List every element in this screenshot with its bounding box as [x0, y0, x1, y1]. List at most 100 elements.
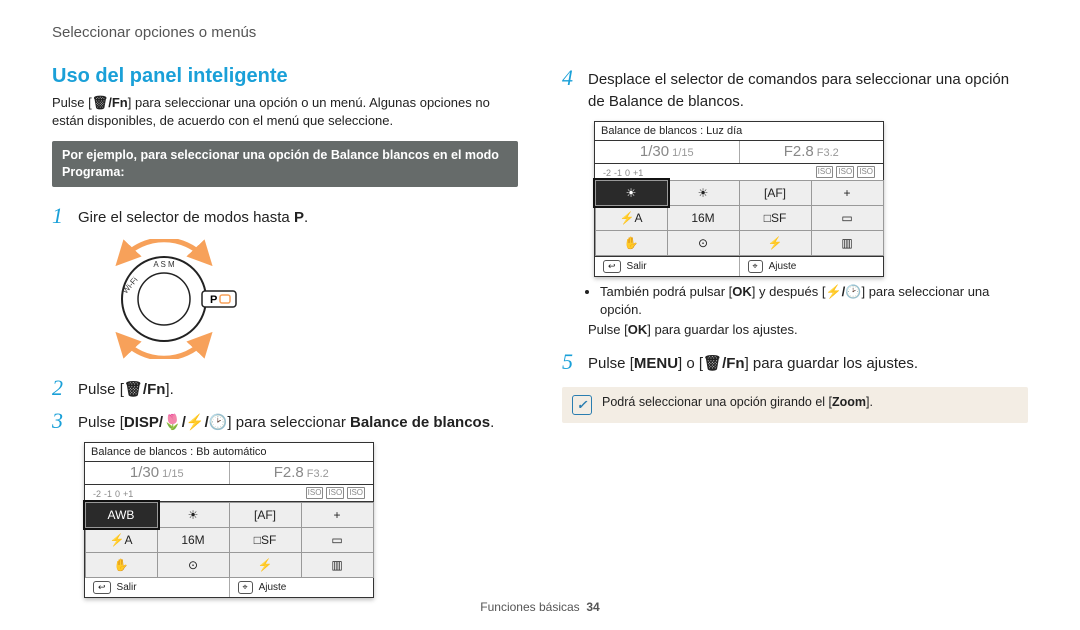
aperture-sub: F3.2: [307, 468, 329, 480]
page-number: 34: [586, 600, 599, 614]
disp-icon: DISP: [124, 414, 159, 431]
grid-icon: ☀: [157, 502, 230, 528]
panel-gauge-row: -2 -1 0 +1 ISO ISO ISO: [595, 164, 883, 181]
footer-section: Funciones básicas: [480, 600, 579, 614]
ok-icon: OK: [628, 322, 648, 337]
grid-icon: ▥: [301, 552, 374, 578]
grid-icon: [AF]: [229, 502, 302, 528]
grid-icon: ✋: [595, 230, 668, 256]
grid-daylight: ☀: [595, 180, 668, 206]
grid-icon: ▭: [811, 205, 884, 231]
scroll-key-icon: ⌖: [748, 260, 763, 273]
ok-icon: OK: [732, 284, 752, 299]
grid-icon: □SF: [739, 205, 812, 231]
grid-icon: ☀: [667, 180, 740, 206]
aperture-sub: F3.2: [817, 147, 839, 159]
grid-icon: ⚡: [229, 552, 302, 578]
grid-icon: ⊙: [157, 552, 230, 578]
panel-bottom-row: ↩ Salir ⌖ Ajuste: [85, 577, 373, 597]
grid-icon: ▥: [811, 230, 884, 256]
step2-a: Pulse [: [78, 381, 124, 398]
example-box: Por ejemplo, para seleccionar una opción…: [52, 141, 518, 187]
ev-l: -2: [603, 168, 611, 178]
iso-chip: ISO: [857, 166, 875, 178]
exit-label: Salir: [627, 261, 647, 272]
back-key-icon: ↩: [603, 260, 621, 273]
grid-awb: AWB: [85, 502, 158, 528]
note-text: Podrá seleccionar una opción girando el …: [602, 395, 873, 409]
svg-text:A S M: A S M: [153, 260, 175, 269]
trash-fn-icon: 🗑/Fn: [92, 95, 128, 110]
step-number: 2: [52, 375, 78, 399]
shutter-value: 1/30: [130, 464, 159, 481]
ev-p1: +1: [633, 168, 643, 178]
grid-icon: ⚡A: [85, 527, 158, 553]
right-column: 4 Desplace el selector de comandos para …: [562, 65, 1028, 604]
sub-bullets: También podrá pulsar [OK] y después [⚡/🕑…: [588, 283, 1028, 340]
step-number: 4: [562, 65, 588, 89]
section-title: Uso del panel inteligente: [52, 65, 518, 88]
step5-c: ] para guardar los ajustes.: [745, 355, 918, 372]
step1-b: .: [304, 209, 308, 226]
step3-bold: Balance de blancos: [350, 414, 490, 431]
grid-icon: □SF: [229, 527, 302, 553]
step-number: 3: [52, 408, 78, 432]
step-1: 1 Gire el selector de modos hasta P.: [52, 203, 518, 229]
step4-text: Desplace el selector de comandos para se…: [588, 65, 1028, 113]
panel-status-row: 1/30 1/15 F2.8 F3.2: [595, 141, 883, 164]
step1-text: Gire el selector de modos hasta: [78, 209, 294, 226]
step-4: 4 Desplace el selector de comandos para …: [562, 65, 1028, 113]
ev-0: 0: [115, 489, 120, 499]
step-number: 1: [52, 203, 78, 227]
note-box: ✓ Podrá seleccionar una opción girando e…: [562, 387, 1028, 423]
trash-fn-icon: 🗑/Fn: [124, 381, 166, 398]
intro-text: Pulse [🗑/Fn] para seleccionar una opción…: [52, 94, 518, 129]
grid-icon: ⚡A: [595, 205, 668, 231]
grid-icon: ▭: [301, 527, 374, 553]
svg-text:P: P: [210, 294, 217, 306]
grid-icon: +: [301, 502, 374, 528]
step5-b: ] o [: [678, 355, 703, 372]
exit-label: Salir: [117, 582, 137, 593]
bullet-1: También podrá pulsar [OK] y después [⚡/🕑…: [600, 283, 1028, 319]
ev-l: -2: [93, 489, 101, 499]
grid-icon: +: [811, 180, 884, 206]
panel-icon-grid: ☀ ☀ [AF] + ⚡A 16M □SF ▭ ✋ ⊙ ⚡ ▥: [595, 181, 883, 256]
lcd-panel-daylight: Balance de blancos : Luz día 1/30 1/15 F…: [594, 121, 884, 277]
adjust-label: Ajuste: [259, 582, 287, 593]
shutter-value: 1/30: [640, 143, 669, 160]
trash-fn-icon: 🗑/Fn: [703, 355, 745, 372]
back-key-icon: ↩: [93, 581, 111, 594]
bullet-2: Pulse [OK] para guardar los ajustes.: [588, 321, 1028, 339]
breadcrumb: Seleccionar opciones o menús: [52, 24, 1028, 41]
ev-m1: -1: [104, 489, 112, 499]
step5-a: Pulse [: [588, 355, 634, 372]
left-column: Uso del panel inteligente Pulse [🗑/Fn] p…: [52, 65, 518, 604]
panel-icon-grid: AWB ☀ [AF] + ⚡A 16M □SF ▭ ✋ ⊙ ⚡ ▥: [85, 502, 373, 577]
grid-icon: ✋: [85, 552, 158, 578]
step3-a: Pulse [: [78, 414, 124, 431]
iso-chip: ISO: [816, 166, 834, 178]
grid-icon: 16M: [667, 205, 740, 231]
iso-chip: ISO: [326, 487, 344, 499]
step-5: 5 Pulse [MENU] o [🗑/Fn] para guardar los…: [562, 349, 1028, 375]
scroll-key-icon: ⌖: [238, 581, 253, 594]
iso-chip: ISO: [836, 166, 854, 178]
lcd-panel-auto: Balance de blancos : Bb automático 1/30 …: [84, 442, 374, 598]
grid-icon: 16M: [157, 527, 230, 553]
page-footer: Funciones básicas 34: [0, 600, 1080, 614]
step-3: 3 Pulse [DISP/🌷/⚡/🕑] para seleccionar Ba…: [52, 408, 518, 434]
step3-c: .: [490, 414, 494, 431]
step3-b: ] para seleccionar: [227, 414, 350, 431]
flash-clock-icon: ⚡/🕑: [825, 284, 861, 299]
mode-p-icon: P: [294, 209, 304, 226]
ev-m1: -1: [614, 168, 622, 178]
grid-icon: ⊙: [667, 230, 740, 256]
grid-icon: ⚡: [739, 230, 812, 256]
aperture-value: F2.8: [784, 143, 814, 160]
step-number: 5: [562, 349, 588, 373]
iso-chip: ISO: [306, 487, 324, 499]
aperture-value: F2.8: [274, 464, 304, 481]
panel-gauge-row: -2 -1 0 +1 ISO ISO ISO: [85, 485, 373, 502]
grid-icon: [AF]: [739, 180, 812, 206]
